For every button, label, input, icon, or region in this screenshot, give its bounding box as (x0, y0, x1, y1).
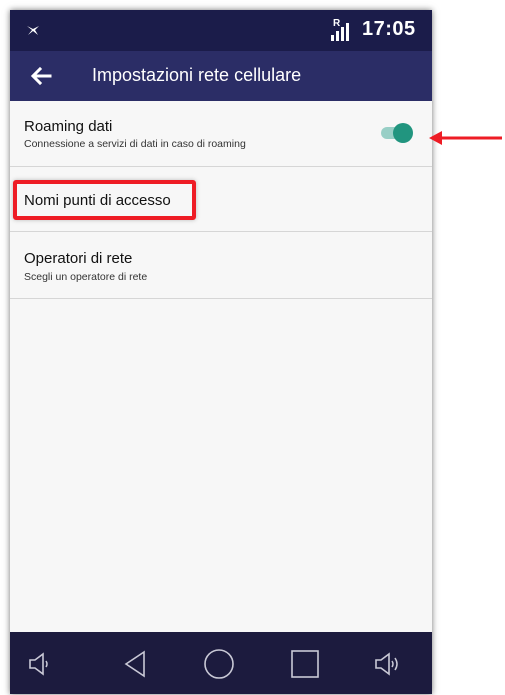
roaming-subtitle: Connessione a servizi di dati in caso di… (24, 138, 246, 150)
operators-title: Operatori di rete (24, 250, 133, 267)
app-bar: Impostazioni rete cellulare (10, 51, 432, 101)
status-clock: 17:05 (362, 18, 416, 40)
annotation-arrow-icon (429, 131, 502, 145)
status-bar: R 17:05 (10, 10, 432, 51)
arrow-left-icon[interactable] (28, 63, 54, 89)
volume-down-icon[interactable] (24, 648, 56, 680)
roaming-setting-item[interactable]: Roaming dati Connessione a servizi di da… (10, 101, 432, 167)
page-title: Impostazioni rete cellulare (92, 65, 302, 85)
roaming-toggle[interactable] (379, 123, 413, 143)
operators-subtitle: Scegli un operatore di rete (24, 271, 148, 283)
phone-screen: R 17:05 Impostazioni rete cellulare Roam… (10, 10, 432, 694)
roaming-title: Roaming dati (24, 118, 113, 135)
recents-square-icon[interactable] (289, 648, 321, 680)
volume-up-icon[interactable] (371, 648, 403, 680)
navigation-bar (10, 632, 432, 694)
operators-setting-item[interactable]: Operatori di rete Scegli un operatore di… (10, 232, 432, 299)
annotation-highlight-box (13, 180, 196, 220)
home-circle-icon[interactable] (203, 648, 235, 680)
toggle-knob (393, 123, 413, 143)
signal-bars-icon (331, 23, 349, 41)
back-triangle-icon[interactable] (120, 648, 152, 680)
notification-bird-icon (27, 26, 39, 35)
